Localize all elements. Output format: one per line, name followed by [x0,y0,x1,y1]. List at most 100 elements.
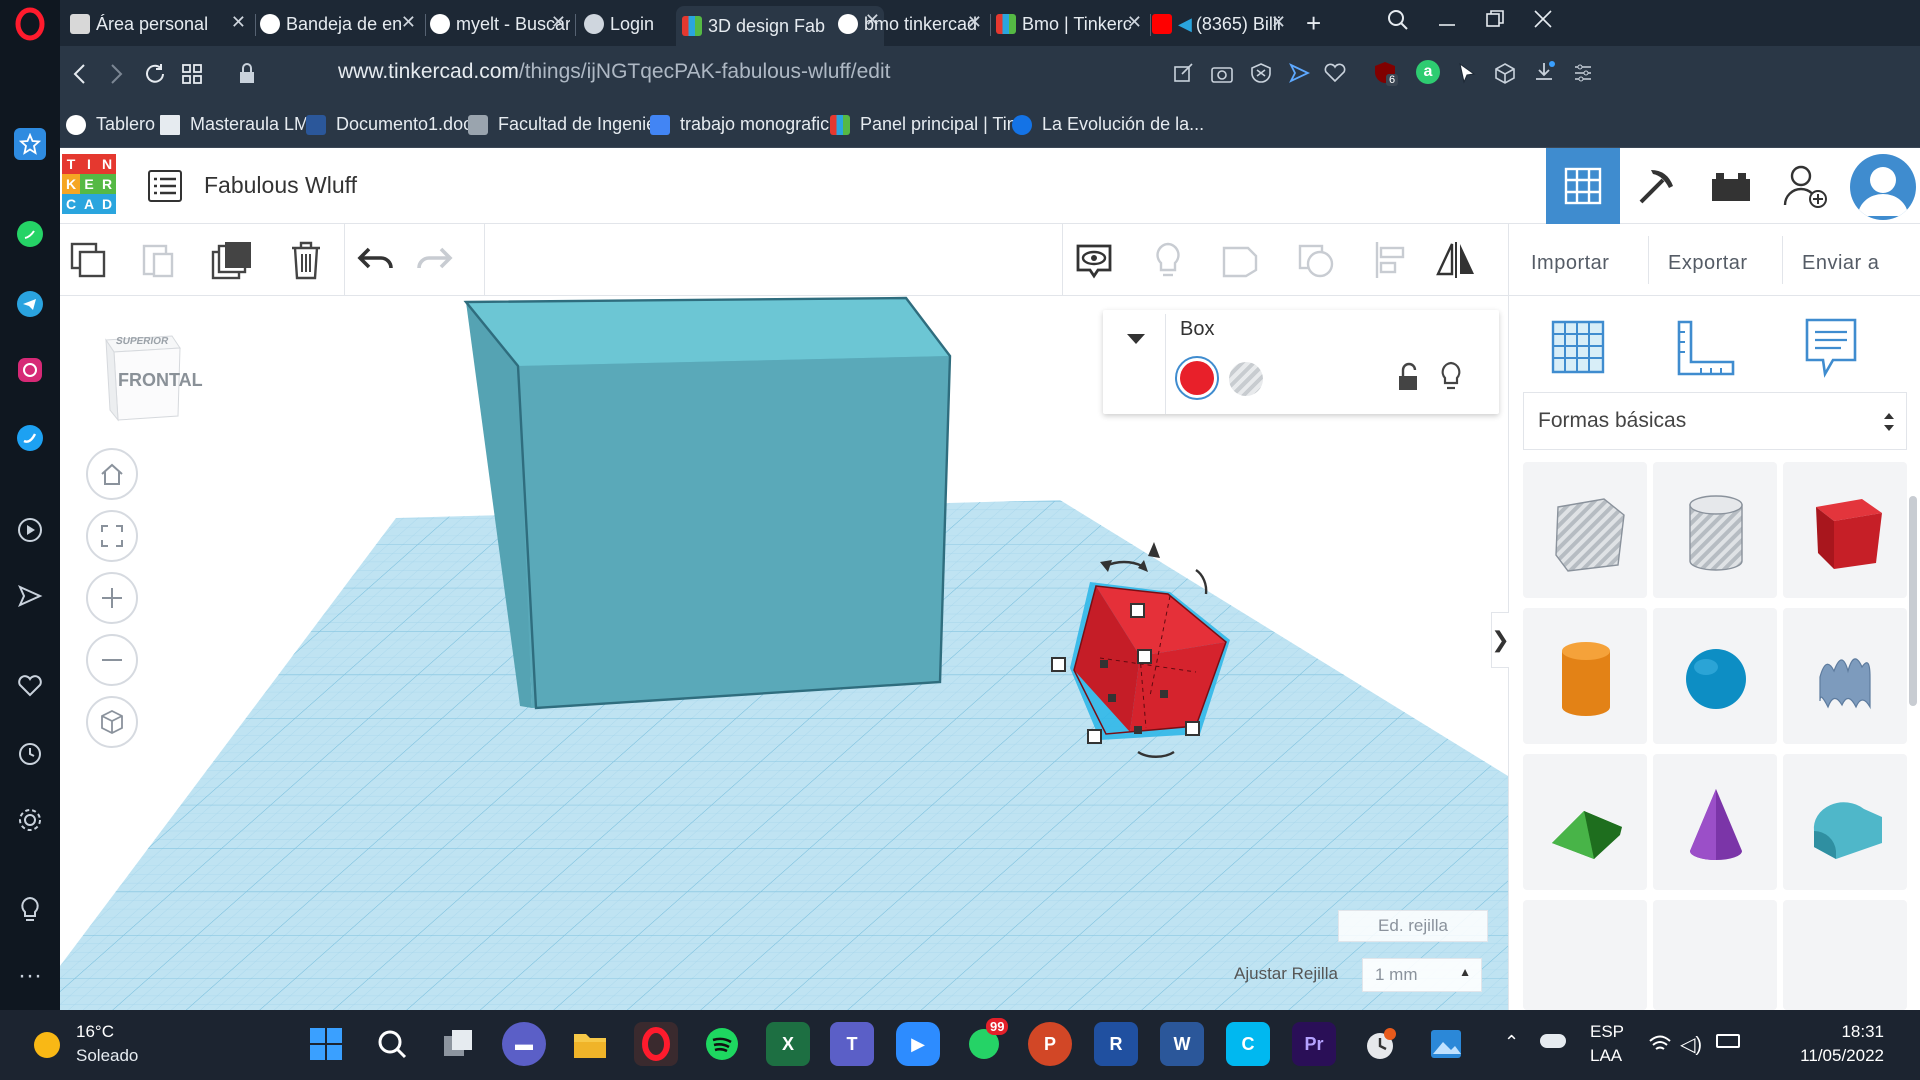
minecraft-button[interactable] [1620,148,1694,224]
clock-date[interactable]: 11/05/2022 [1766,1046,1884,1066]
cursor-extension-icon[interactable] [1456,62,1478,84]
import-button[interactable]: Importar [1516,242,1624,284]
instagram-icon[interactable] [12,352,48,388]
large-box-object[interactable] [463,296,952,710]
undo-icon[interactable] [354,238,398,282]
zoom-out-button[interactable] [86,634,138,686]
excel-icon[interactable]: X [766,1022,810,1066]
favorite-icon[interactable] [1324,62,1346,84]
library-select[interactable]: Formas básicas [1523,392,1907,450]
tab[interactable]: bmo tinkercad ✕ [838,8,986,40]
revit-icon[interactable]: R [1094,1022,1138,1066]
perspective-button[interactable] [86,696,138,748]
shape-tile-round-roof[interactable] [1783,754,1907,890]
telegram-icon[interactable] [12,286,48,322]
spotify-icon[interactable] [700,1022,744,1066]
bookmark-item[interactable]: Facultad de Ingenie... [468,114,671,135]
lock-icon[interactable] [238,62,256,86]
bookmark-item[interactable]: trabajo monografic... [650,114,844,135]
volume-icon[interactable]: ◁) [1680,1032,1702,1057]
copy-icon[interactable] [66,238,110,282]
alarm-clock-icon[interactable] [1358,1022,1402,1066]
shape-tile-scribble[interactable] [1783,608,1907,744]
extensions-cube-icon[interactable] [1494,62,1516,84]
minimize-button[interactable] [1436,8,1458,30]
snap-grid-select[interactable]: 1 mm ▲ [1362,958,1482,992]
redo-icon[interactable] [412,238,456,282]
tinkercad-logo[interactable]: T I N K E R C A D [62,154,116,214]
send-to-button[interactable]: Enviar a [1788,242,1893,284]
premiere-icon[interactable]: Pr [1292,1022,1336,1066]
home-view-button[interactable] [86,448,138,500]
tab[interactable]: myelt - Buscar ✕ [430,8,570,40]
workplane-tool-icon[interactable] [1545,316,1609,380]
clock-time[interactable]: 18:31 [1772,1022,1884,1042]
edit-grid-button[interactable]: Ed. rejilla [1338,910,1488,942]
close-tab-icon[interactable]: ✕ [231,12,246,33]
more-icon[interactable]: ··· [12,958,48,994]
shape-tile-more[interactable] [1783,900,1907,1010]
teams-icon[interactable]: T [830,1022,874,1066]
shape-tile-sphere[interactable] [1653,608,1777,744]
language-bottom[interactable]: LAA [1590,1046,1622,1066]
bookmark-item[interactable]: Masteraula LMS [160,114,321,135]
design-title[interactable]: Fabulous Wluff [204,172,357,199]
shape-tile-cylinder-hole[interactable] [1653,462,1777,598]
shape-tile-box-hole[interactable] [1523,462,1647,598]
collapse-panel-icon[interactable]: ❯ [1491,612,1510,668]
shape-tile-box[interactable] [1783,462,1907,598]
zoom-icon[interactable]: ▶ [896,1022,940,1066]
chevron-up-icon[interactable]: ⌃ [1504,1032,1519,1053]
notes-tool-icon[interactable] [1801,316,1861,380]
ublock-icon[interactable]: 6 [1372,60,1399,86]
powerpoint-icon[interactable]: P [1028,1022,1072,1066]
forward-icon[interactable] [104,62,128,86]
tab[interactable]: Área personal ✕ [70,8,250,40]
language-top[interactable]: ESP [1590,1022,1624,1042]
shape-tile-cone[interactable] [1653,754,1777,890]
close-window-button[interactable] [1532,8,1554,30]
lock-shape-icon[interactable] [1397,362,1421,392]
design-list-icon[interactable] [148,170,182,202]
file-explorer-icon[interactable] [568,1022,612,1066]
back-icon[interactable] [68,62,92,86]
bookmark-item[interactable]: Tablero [66,114,155,135]
photos-icon[interactable] [1424,1022,1468,1066]
weather-temp[interactable]: 16°C [76,1022,114,1042]
heart-icon[interactable] [12,668,48,704]
lightbulb-icon[interactable] [12,892,48,928]
shape-tile-more[interactable] [1653,900,1777,1010]
tab[interactable]: Bandeja de en ✕ [260,8,420,40]
canva-taskbar-icon[interactable]: C [1226,1022,1270,1066]
library-scrollbar[interactable] [1909,496,1917,706]
3d-viewport[interactable]: SUPERIOR FRONTAL Box Ed. rejilla Ajustar… [60,296,1508,1010]
delete-icon[interactable] [284,238,328,282]
bookmark-item[interactable]: La Evolución de la... [1012,114,1204,135]
wifi-icon[interactable] [1648,1034,1672,1054]
restore-button[interactable] [1484,8,1506,30]
cloud-icon[interactable] [1540,1034,1566,1048]
viewcube[interactable]: SUPERIOR FRONTAL [98,330,203,426]
whatsapp-icon[interactable] [12,216,48,252]
downloads-icon[interactable] [1532,60,1556,84]
show-all-icon[interactable] [1072,238,1116,282]
close-tab-icon[interactable]: ✕ [401,12,416,33]
flow-icon[interactable] [1288,62,1310,84]
collapse-chevron-icon[interactable] [1125,332,1147,346]
url-field[interactable]: www.tinkercad.com/things/ijNGTqecPAK-fab… [338,60,890,84]
close-tab-icon[interactable]: ✕ [1271,12,1286,33]
speed-dial-icon[interactable] [14,128,46,160]
close-tab-icon[interactable]: ✕ [1127,12,1142,33]
export-button[interactable]: Exportar [1654,242,1762,284]
group-icon[interactable] [1218,238,1262,282]
close-tab-icon[interactable]: ✕ [967,12,982,33]
ungroup-icon[interactable] [1294,238,1338,282]
light-icon[interactable] [1146,238,1190,282]
3d-view-button[interactable] [1546,148,1620,224]
camera-icon[interactable] [1210,62,1234,84]
send-icon[interactable] [12,578,48,614]
fit-view-button[interactable] [86,510,138,562]
solid-color-button[interactable] [1175,356,1219,400]
word-taskbar-icon[interactable]: W [1160,1022,1204,1066]
align-icon[interactable] [1368,238,1412,282]
